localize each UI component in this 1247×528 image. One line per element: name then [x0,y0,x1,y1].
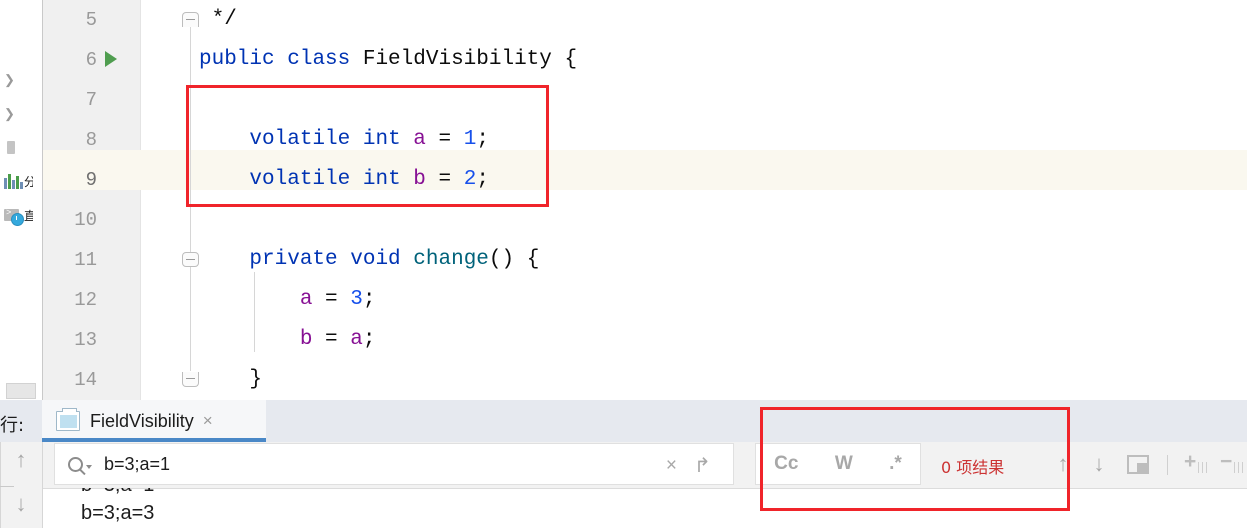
console-output[interactable]: b=3;a=1 b=3;a=3 [43,488,1247,528]
chevron-right-icon: ❯ [4,71,15,87]
collapse-all-button[interactable]: − [1220,450,1247,477]
tab-label: FieldVisibility [90,410,194,431]
code-line-text: volatile int a = 1; [249,128,489,151]
match-case-toggle[interactable]: Cc [774,453,798,475]
line-number: 7 [85,89,97,111]
search-input[interactable]: b=3;a=1 × ↰ [54,443,734,485]
code-line-text: b = a; [299,328,376,351]
sidebar-item-0[interactable]: ❯ [0,62,42,96]
search-results-count: 0 项结果 [941,458,1005,477]
code-line-text: */ [199,8,237,31]
next-occurrence-button[interactable]: ↓ [1086,451,1112,477]
line-number: 9 [85,169,97,191]
console-line: b=3;a=3 [81,502,155,524]
code-line-text: volatile int b = 2; [249,168,489,191]
tab-field-visibility[interactable]: FieldVisibility × [42,400,266,442]
line-number: 12 [74,289,97,311]
run-tool-window: 行: FieldVisibility × ↑ ↓ b=3;a=1 × ↰ Cc … [0,400,1247,528]
run-nav-column: ↑ ↓ [0,442,43,528]
fold-marker[interactable] [182,252,199,267]
document-icon [7,140,15,154]
nav-divider [0,442,1,528]
sidebar-item-label: 直 [24,208,33,223]
fold-marker[interactable] [182,12,199,27]
soft-wrap-button[interactable] [1127,455,1149,474]
line-number: 14 [74,369,97,391]
line-number: 10 [74,209,97,231]
chevron-right-icon: ❯ [4,105,15,121]
code-line-text: } [199,368,263,391]
tab-selected-underline [42,438,266,442]
clear-search-icon[interactable]: × [666,455,677,477]
scroll-up-button[interactable]: ↑ [11,448,31,472]
search-input-value: b=3;a=1 [104,453,171,474]
prev-occurrence-button[interactable]: ↑ [1050,451,1076,477]
minus-icon: − [1220,450,1233,473]
search-icon [68,456,83,472]
gutter-divider [140,0,141,400]
toolbar-divider [1167,455,1168,475]
terminal-clock-icon [4,208,24,226]
line-number: 11 [74,249,97,271]
fold-line-method [190,265,191,371]
run-gutter-icon[interactable] [105,51,117,67]
sidebar-item-label: 分 [24,174,33,189]
scroll-down-button[interactable]: ↓ [11,492,31,516]
console-line: b=3;a=1 [81,488,154,497]
line-number: 8 [85,129,97,151]
bar-chart-icon [4,173,23,189]
run-tab-bar: 行: FieldVisibility × [0,400,1247,442]
fold-line-class [190,16,191,252]
lines-icon [1234,462,1246,473]
console-window-icon [56,408,80,431]
code-editor[interactable]: 5 */ 6 public class FieldVisibility { 7 8 vo… [43,0,1247,400]
console-top-border [43,488,1247,489]
whole-words-toggle[interactable]: W [835,453,853,475]
plus-icon: + [1184,450,1197,473]
run-window-title: 行: [0,415,25,436]
line-number: 13 [74,329,97,351]
left-scrollbar-thumb[interactable] [6,383,36,399]
sidebar-item-terminal[interactable]: 直 [0,198,42,232]
fold-marker[interactable] [182,372,199,387]
left-tool-strip: ❯ ❯ 分 > 直 [0,0,43,400]
sidebar-item-1[interactable]: ❯ [0,96,42,130]
code-line-text: a = 3; [299,288,376,311]
nav-tick [0,486,14,487]
code-line-text: private void change() { [249,248,540,271]
ide-window: ❯ ❯ 分 > 直 5 */ 6 public class FieldVisib… [0,0,1247,528]
chevron-down-icon[interactable] [86,464,92,469]
line-number: 5 [85,9,97,31]
code-line-text: public class FieldVisibility { [199,48,578,71]
left-tool-strip-items: ❯ ❯ 分 > 直 [0,62,42,232]
close-icon[interactable]: × [203,411,213,431]
line-number: 6 [85,49,97,71]
find-toolbar: b=3;a=1 × ↰ Cc W .* 0 项结果 ↑ ↓ + − [43,443,1247,487]
sidebar-item-2[interactable] [0,130,42,164]
expand-all-button[interactable]: + [1184,450,1212,477]
regex-toggle[interactable]: .* [889,453,902,475]
match-options-group: Cc W .* [755,443,921,485]
lines-icon [1198,462,1210,473]
sidebar-item-analyze[interactable]: 分 [0,164,42,198]
multiline-search-icon[interactable]: ↰ [694,453,711,478]
